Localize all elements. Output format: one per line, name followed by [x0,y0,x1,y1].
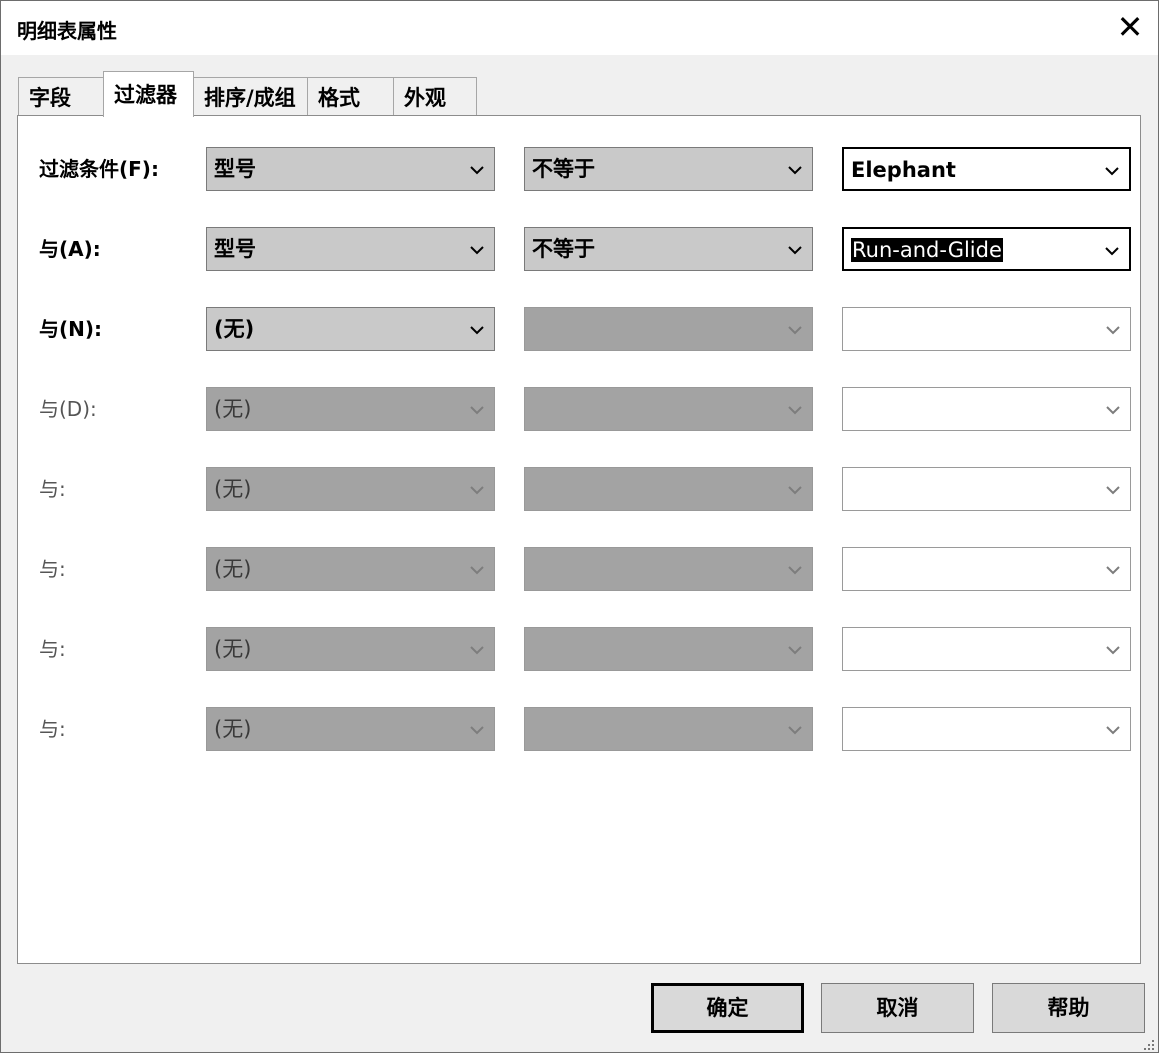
chevron-down-icon [788,566,802,575]
chevron-down-icon [1106,726,1120,735]
field-combo-value: (无) [214,397,252,421]
field-combo: (无) [206,707,495,751]
title-bar: 明细表属性 ✕ [1,1,1158,55]
chevron-down-icon [788,326,802,335]
field-combo[interactable]: (无) [206,307,495,351]
field-combo-value: 型号 [214,237,256,261]
operator-combo [524,707,813,751]
chevron-down-icon [470,326,484,335]
operator-combo [524,387,813,431]
chevron-down-icon [470,406,484,415]
operator-combo[interactable]: 不等于 [524,227,813,271]
operator-combo [524,467,813,511]
operator-combo [524,307,813,351]
chevron-down-icon [1106,406,1120,415]
operator-combo [524,547,813,591]
filter-row-label: 与: [39,477,66,501]
operator-combo-value: 不等于 [532,157,595,181]
field-combo-value: (无) [214,637,252,661]
tab-appearance[interactable]: 外观 [393,77,477,117]
filter-row-label: 与(N): [39,317,103,341]
value-combo-value: Elephant [851,158,956,182]
chevron-down-icon [1105,167,1119,176]
chevron-down-icon [470,486,484,495]
value-combo[interactable]: Run-and-Glide [842,227,1131,271]
chevron-down-icon [788,166,802,175]
chevron-down-icon [470,566,484,575]
filter-row-label: 与: [39,637,66,661]
operator-combo [524,627,813,671]
field-combo-value: (无) [214,717,252,741]
chevron-down-icon [788,726,802,735]
value-combo-value: Run-and-Glide [851,229,1003,269]
close-icon[interactable]: ✕ [1109,7,1151,49]
value-combo [842,387,1131,431]
chevron-down-icon [1106,486,1120,495]
filter-row-label: 与: [39,557,66,581]
filter-row-label: 与(D): [39,397,97,421]
chevron-down-icon [788,246,802,255]
chevron-down-icon [788,406,802,415]
chevron-down-icon [1106,566,1120,575]
field-combo: (无) [206,547,495,591]
chevron-down-icon [1106,646,1120,655]
field-combo: (无) [206,467,495,511]
value-combo[interactable]: Elephant [842,147,1131,191]
value-combo [842,547,1131,591]
chevron-down-icon [788,486,802,495]
ok-button[interactable]: 确定 [651,983,804,1033]
filter-row-label: 过滤条件(F): [39,157,159,181]
chevron-down-icon [1105,247,1119,256]
value-combo [842,627,1131,671]
filter-row-label: 与(A): [39,237,101,261]
field-combo-value: (无) [214,557,252,581]
schedule-properties-dialog: 明细表属性 ✕ 字段 过滤器 排序/成组 格式 外观 过滤条件(F): 型号 不等于… [0,0,1159,1053]
dialog-title: 明细表属性 [17,19,117,43]
chevron-down-icon [470,646,484,655]
value-combo [842,707,1131,751]
tab-sorting-grouping[interactable]: 排序/成组 [193,77,308,117]
resize-grip-icon[interactable] [1141,1037,1155,1051]
field-combo-value: (无) [214,477,252,501]
tab-fields[interactable]: 字段 [18,77,104,117]
value-combo [842,467,1131,511]
field-combo[interactable]: 型号 [206,227,495,271]
filter-row-label: 与: [39,717,66,741]
cancel-button[interactable]: 取消 [821,983,974,1033]
value-combo[interactable] [842,307,1131,351]
field-combo[interactable]: 型号 [206,147,495,191]
chevron-down-icon [470,726,484,735]
chevron-down-icon [470,166,484,175]
tab-filter[interactable]: 过滤器 [103,71,194,117]
chevron-down-icon [1106,326,1120,335]
help-button[interactable]: 帮助 [992,983,1145,1033]
field-combo: (无) [206,387,495,431]
operator-combo-value: 不等于 [532,237,595,261]
field-combo-value: (无) [214,317,255,341]
field-combo-value: 型号 [214,157,256,181]
selected-text: Run-and-Glide [851,238,1003,262]
tab-formatting[interactable]: 格式 [307,77,394,117]
operator-combo[interactable]: 不等于 [524,147,813,191]
field-combo: (无) [206,627,495,671]
chevron-down-icon [788,646,802,655]
chevron-down-icon [470,246,484,255]
